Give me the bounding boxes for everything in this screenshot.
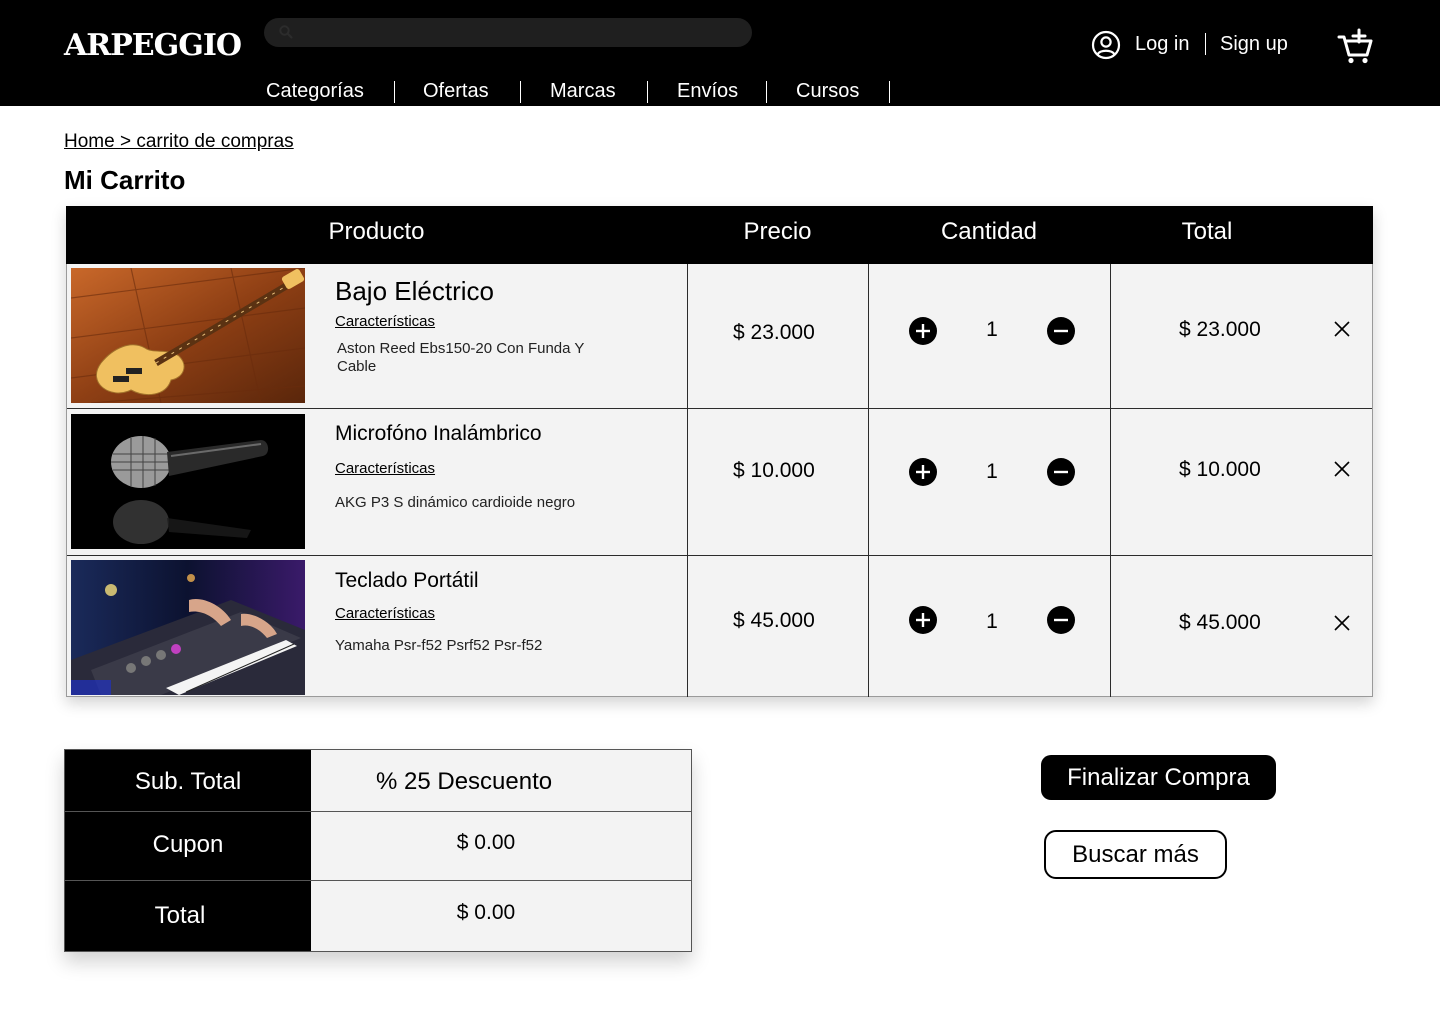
search-icon bbox=[279, 25, 293, 39]
plus-circle-icon[interactable] bbox=[909, 458, 937, 486]
table-row: Teclado Portátil Características Yamaha … bbox=[67, 556, 1372, 697]
keyboard-image bbox=[71, 560, 305, 695]
user-circle-icon[interactable] bbox=[1091, 30, 1121, 60]
top-header: ARPEGGIO Categorías Ofertas Marcas Envío… bbox=[0, 0, 1440, 106]
row-total: $ 10.000 bbox=[1179, 458, 1261, 481]
nav-divider bbox=[394, 81, 395, 103]
cart-table: Producto Precio Cantidad Total Bajo Eléc… bbox=[66, 206, 1373, 697]
login-link[interactable]: Log in bbox=[1135, 31, 1190, 57]
total-value: $ 0.00 bbox=[311, 881, 691, 951]
minus-circle-icon[interactable] bbox=[1047, 317, 1075, 345]
nav-item-cursos[interactable]: Cursos bbox=[796, 78, 859, 104]
column-header-producto: Producto bbox=[328, 218, 425, 245]
breadcrumb[interactable]: Home > carrito de compras bbox=[64, 130, 294, 154]
row-total: $ 23.000 bbox=[1179, 318, 1261, 341]
quantity-value: 1 bbox=[986, 610, 998, 633]
product-name: Bajo Eléctrico bbox=[335, 276, 494, 306]
product-price: $ 45.000 bbox=[733, 609, 815, 632]
quantity-value: 1 bbox=[986, 318, 998, 341]
nav-divider bbox=[647, 81, 648, 103]
close-icon[interactable] bbox=[1332, 613, 1352, 633]
minus-circle-icon[interactable] bbox=[1047, 458, 1075, 486]
close-icon[interactable] bbox=[1332, 319, 1352, 339]
row-total: $ 45.000 bbox=[1179, 611, 1261, 634]
nav-item-categorias[interactable]: Categorías bbox=[266, 78, 364, 104]
table-row: Bajo Eléctrico Características Aston Ree… bbox=[67, 264, 1372, 409]
product-price: $ 23.000 bbox=[733, 321, 815, 344]
plus-circle-icon[interactable] bbox=[909, 317, 937, 345]
minus-circle-icon[interactable] bbox=[1047, 606, 1075, 634]
brand-logo[interactable]: ARPEGGIO bbox=[64, 26, 242, 66]
search-more-button[interactable]: Buscar más bbox=[1044, 830, 1227, 879]
product-price: $ 10.000 bbox=[733, 459, 815, 482]
cart-rows: Bajo Eléctrico Características Aston Ree… bbox=[66, 264, 1373, 697]
microphone-image bbox=[71, 414, 305, 549]
page-title: Mi Carrito bbox=[64, 165, 186, 195]
product-features-link[interactable]: Características bbox=[335, 313, 435, 331]
column-header-precio: Precio bbox=[743, 218, 812, 245]
nav-item-envios[interactable]: Envíos bbox=[677, 78, 738, 104]
checkout-button[interactable]: Finalizar Compra bbox=[1041, 755, 1276, 800]
coupon-value[interactable]: $ 0.00 bbox=[311, 812, 691, 880]
product-features-link[interactable]: Características bbox=[335, 460, 435, 478]
product-description: AKG P3 S dinámico cardioide negro bbox=[335, 494, 576, 511]
total-label-fill bbox=[295, 881, 311, 951]
cart-table-header: Producto Precio Cantidad Total bbox=[66, 206, 1373, 264]
subtotal-label: Sub. Total bbox=[65, 750, 311, 811]
cart-add-icon[interactable] bbox=[1336, 28, 1374, 66]
nav-divider bbox=[889, 81, 890, 103]
search-input[interactable] bbox=[264, 18, 752, 47]
nav-item-marcas[interactable]: Marcas bbox=[550, 78, 616, 104]
product-description: Aston Reed Ebs150-20 Con Funda Y Cable bbox=[337, 340, 585, 375]
order-summary: Sub. Total % 25 Descuento Cupon $ 0.00 T… bbox=[64, 749, 692, 952]
subtotal-value: % 25 Descuento bbox=[311, 750, 691, 811]
total-label: Total bbox=[65, 881, 295, 951]
product-name: Microfóno Inalámbrico bbox=[335, 422, 542, 445]
coupon-label: Cupon bbox=[65, 812, 311, 880]
close-icon[interactable] bbox=[1332, 459, 1352, 479]
nav-divider bbox=[520, 81, 521, 103]
nav-divider bbox=[766, 81, 767, 103]
column-header-total: Total bbox=[1181, 218, 1233, 245]
nav-item-ofertas[interactable]: Ofertas bbox=[423, 78, 489, 104]
table-row: Microfóno Inalámbrico Características AK… bbox=[67, 409, 1372, 556]
product-name: Teclado Portátil bbox=[335, 569, 479, 592]
quantity-value: 1 bbox=[986, 460, 998, 483]
column-header-cantidad: Cantidad bbox=[940, 218, 1038, 245]
product-description: Yamaha Psr-f52 Psrf52 Psr-f52 bbox=[335, 637, 543, 654]
signup-link[interactable]: Sign up bbox=[1220, 31, 1288, 57]
product-features-link[interactable]: Características bbox=[335, 605, 435, 623]
plus-circle-icon[interactable] bbox=[909, 606, 937, 634]
auth-divider bbox=[1205, 33, 1206, 55]
bass-guitar-image bbox=[71, 268, 305, 403]
